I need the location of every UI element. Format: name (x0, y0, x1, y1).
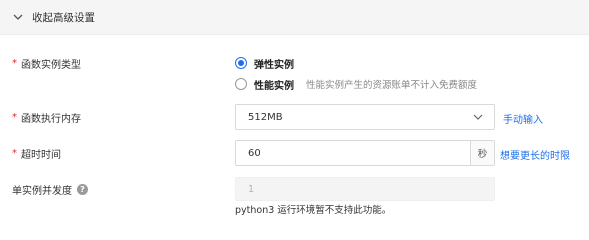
concurrency-value: 1 (248, 183, 255, 195)
timeout-value[interactable]: 60 (236, 141, 470, 165)
timeout-input[interactable]: 60 秒 (235, 140, 495, 166)
timeout-label-text: 超时时间 (21, 149, 61, 161)
radio-performance-instance[interactable]: 性能实例 性能实例产生的资源账单不计入免费额度 (235, 76, 477, 92)
memory-label-text: 函数执行内存 (21, 113, 81, 125)
radio-elastic-instance[interactable]: 弹性实例 (235, 55, 294, 71)
required-mark: * (12, 147, 17, 159)
timeout-unit: 秒 (470, 141, 494, 165)
chevron-down-icon (13, 14, 23, 20)
concurrency-note: python3 运行环境暂不支持此功能。 (235, 205, 392, 216)
collapse-title: 收起高级设置 (32, 11, 95, 24)
timeout-label: * 超时时间 (12, 146, 61, 161)
memory-select-value: 512MB (248, 111, 283, 123)
radio-unchecked-icon[interactable] (235, 78, 247, 90)
concurrency-label: 单实例并发度 ? (12, 182, 88, 197)
chevron-down-icon (473, 114, 483, 120)
concurrency-input-disabled: 1 (235, 177, 495, 201)
radio-elastic-label: 弹性实例 (254, 59, 294, 71)
concurrency-label-text: 单实例并发度 (12, 185, 72, 197)
instance-type-label-text: 函数实例类型 (21, 59, 81, 71)
required-mark: * (12, 111, 17, 123)
performance-instance-hint: 性能实例产生的资源账单不计入免费额度 (306, 80, 478, 91)
radio-performance-label: 性能实例 (254, 80, 294, 92)
collapse-advanced-settings[interactable]: 收起高级设置 (0, 0, 589, 35)
help-icon[interactable]: ? (77, 183, 88, 195)
radio-checked-icon[interactable] (235, 57, 247, 69)
memory-label: * 函数执行内存 (12, 110, 81, 125)
memory-select[interactable]: 512MB (235, 104, 495, 130)
instance-type-label: * 函数实例类型 (12, 56, 81, 71)
required-mark: * (12, 57, 17, 69)
manual-input-link[interactable]: 手动输入 (503, 111, 543, 126)
longer-timeout-link[interactable]: 想要更长的时限 (500, 147, 570, 162)
